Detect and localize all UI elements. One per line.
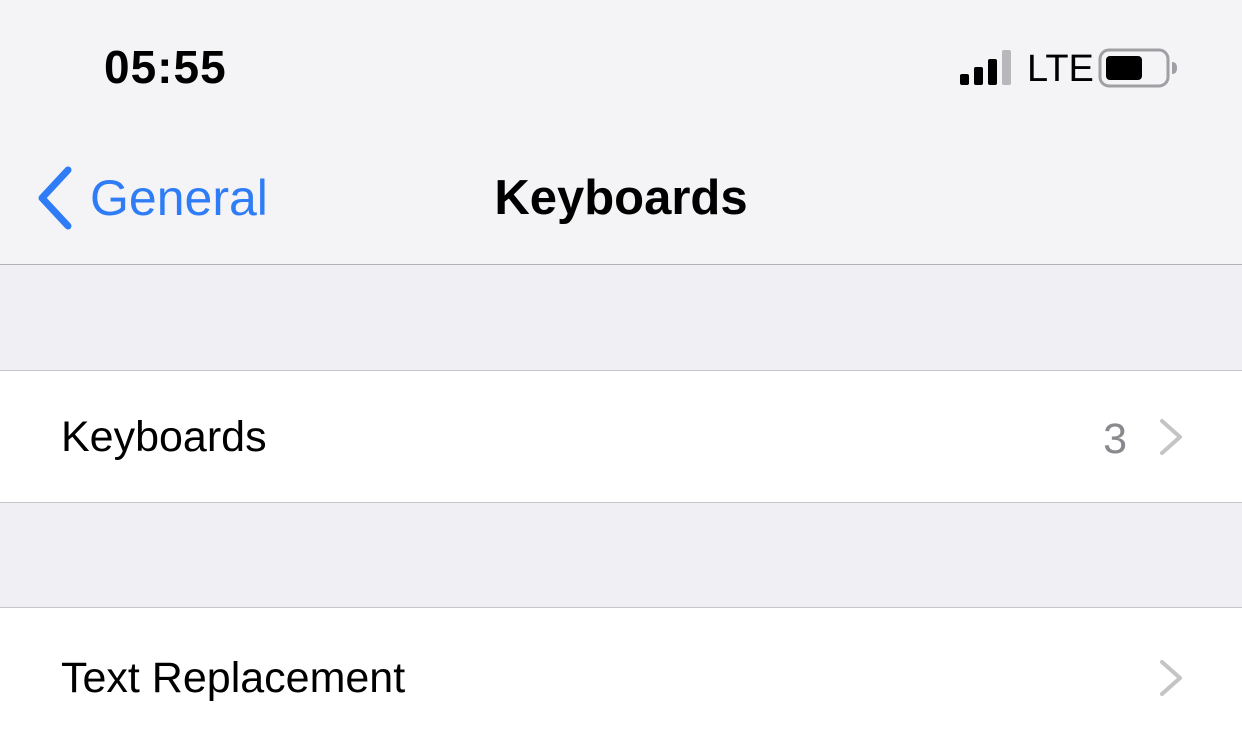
list-item-label: Keyboards [61,413,267,461]
page-title: Keyboards [494,171,748,225]
battery-icon [1098,48,1177,88]
status-time: 05:55 [104,41,227,93]
navigation-bar: General Keyboards [0,132,1242,265]
chevron-right-icon [1160,419,1182,455]
list-item-label: Text Replacement [61,654,406,702]
status-bar: 05:55 LTE [0,0,1242,132]
chevron-right-icon [1160,660,1182,696]
keyboards-count: 3 [1103,415,1127,463]
list-item-text-replacement[interactable]: Text Replacement [0,607,1242,739]
list-item-keyboards[interactable]: Keyboards 3 [0,370,1242,503]
settings-screen: 05:55 LTE General Keyboards Keyboards 3 [0,0,1242,739]
cellular-signal-icon [960,50,1011,85]
network-type: LTE [1027,48,1094,90]
